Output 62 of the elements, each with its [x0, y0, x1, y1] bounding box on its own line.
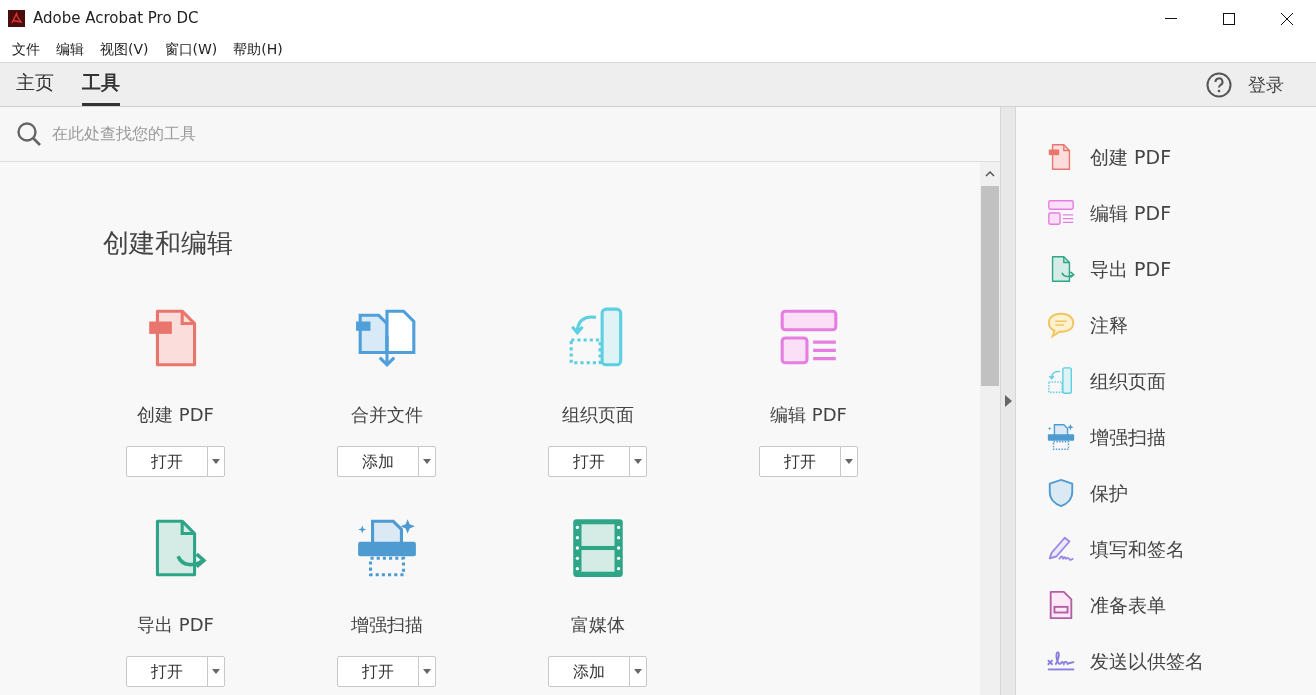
sign-in-link[interactable]: 登录 [1248, 71, 1284, 98]
action-button[interactable]: 添加 [548, 656, 630, 688]
menu-item[interactable]: 文件 [4, 37, 48, 62]
sidebar-item[interactable]: 准备表单 [1016, 577, 1316, 633]
pen-icon [1046, 534, 1076, 564]
caret-icon [423, 459, 431, 465]
action-button[interactable]: 打开 [126, 656, 208, 688]
expand-arrow-icon[interactable] [1004, 395, 1012, 407]
action-button[interactable]: 打开 [337, 656, 419, 688]
close-icon [1281, 12, 1293, 25]
action-button[interactable]: 打开 [126, 446, 208, 478]
caret-icon [634, 459, 642, 465]
sidebar-item[interactable]: 组织页面 [1016, 353, 1316, 409]
action-button[interactable]: 添加 [337, 446, 419, 478]
caret-icon [634, 669, 642, 675]
sidebar-item[interactable]: 导出 PDF [1016, 241, 1316, 297]
sidebar-item[interactable]: 保护 [1016, 465, 1316, 521]
speech-bubble-icon [1046, 310, 1076, 340]
tool-name: 合并文件 [350, 403, 423, 428]
caret-icon [845, 459, 853, 465]
scanner-icon [1046, 422, 1076, 452]
window-title: Adobe Acrobat Pro DC [33, 8, 199, 30]
shield-icon [1046, 478, 1076, 508]
dropdown-button[interactable] [418, 446, 436, 478]
menu-item[interactable]: 帮助(H) [225, 37, 291, 62]
app-logo-icon [8, 10, 25, 27]
caret-icon [423, 669, 431, 675]
menu-item[interactable]: 视图(V) [92, 37, 157, 62]
tool-name: 编辑 PDF [770, 403, 847, 428]
sidebar-item[interactable]: 发送以供签名 [1016, 633, 1316, 689]
maximize-icon [1223, 12, 1235, 25]
search-field[interactable]: 在此处查找您的工具 [50, 121, 450, 147]
sidebar-item[interactable]: 编辑 PDF [1016, 185, 1316, 241]
dropdown-button[interactable] [418, 656, 436, 688]
dropdown-button[interactable] [629, 446, 647, 478]
dropdown-button[interactable] [207, 446, 225, 478]
minimize-icon [1165, 17, 1177, 20]
sidebar-item[interactable]: 注释 [1016, 297, 1316, 353]
tool-name: 导出 PDF [137, 613, 214, 638]
tool-name: 增强扫描 [350, 613, 423, 638]
caret-icon [212, 459, 220, 465]
action-button[interactable]: 打开 [759, 446, 841, 478]
layout-icon [1046, 198, 1076, 228]
sidebar-item[interactable]: 创建 PDF [1016, 129, 1316, 185]
tool-name: 创建 PDF [137, 403, 214, 428]
sidebar-item[interactable]: 填写和签名 [1016, 521, 1316, 577]
scrollbar-thumb[interactable] [981, 186, 999, 386]
dropdown-button[interactable] [629, 656, 647, 688]
section-heading: 创建和编辑 [102, 227, 234, 260]
dropdown-button[interactable] [207, 656, 225, 688]
search-icon [16, 121, 42, 147]
action-button[interactable]: 打开 [548, 446, 630, 478]
menu-item[interactable]: 窗口(W) [156, 37, 226, 62]
scroll-up-icon[interactable] [985, 170, 995, 178]
tool-name: 富媒体 [570, 613, 625, 638]
tool-name: 组织页面 [561, 403, 634, 428]
dropdown-button[interactable] [840, 446, 858, 478]
menu-item[interactable]: 编辑 [48, 37, 92, 62]
help-icon[interactable] [1206, 71, 1232, 98]
tab[interactable]: 主页 [16, 62, 54, 106]
caret-icon [212, 669, 220, 675]
sidebar-item[interactable]: 增强扫描 [1016, 409, 1316, 465]
